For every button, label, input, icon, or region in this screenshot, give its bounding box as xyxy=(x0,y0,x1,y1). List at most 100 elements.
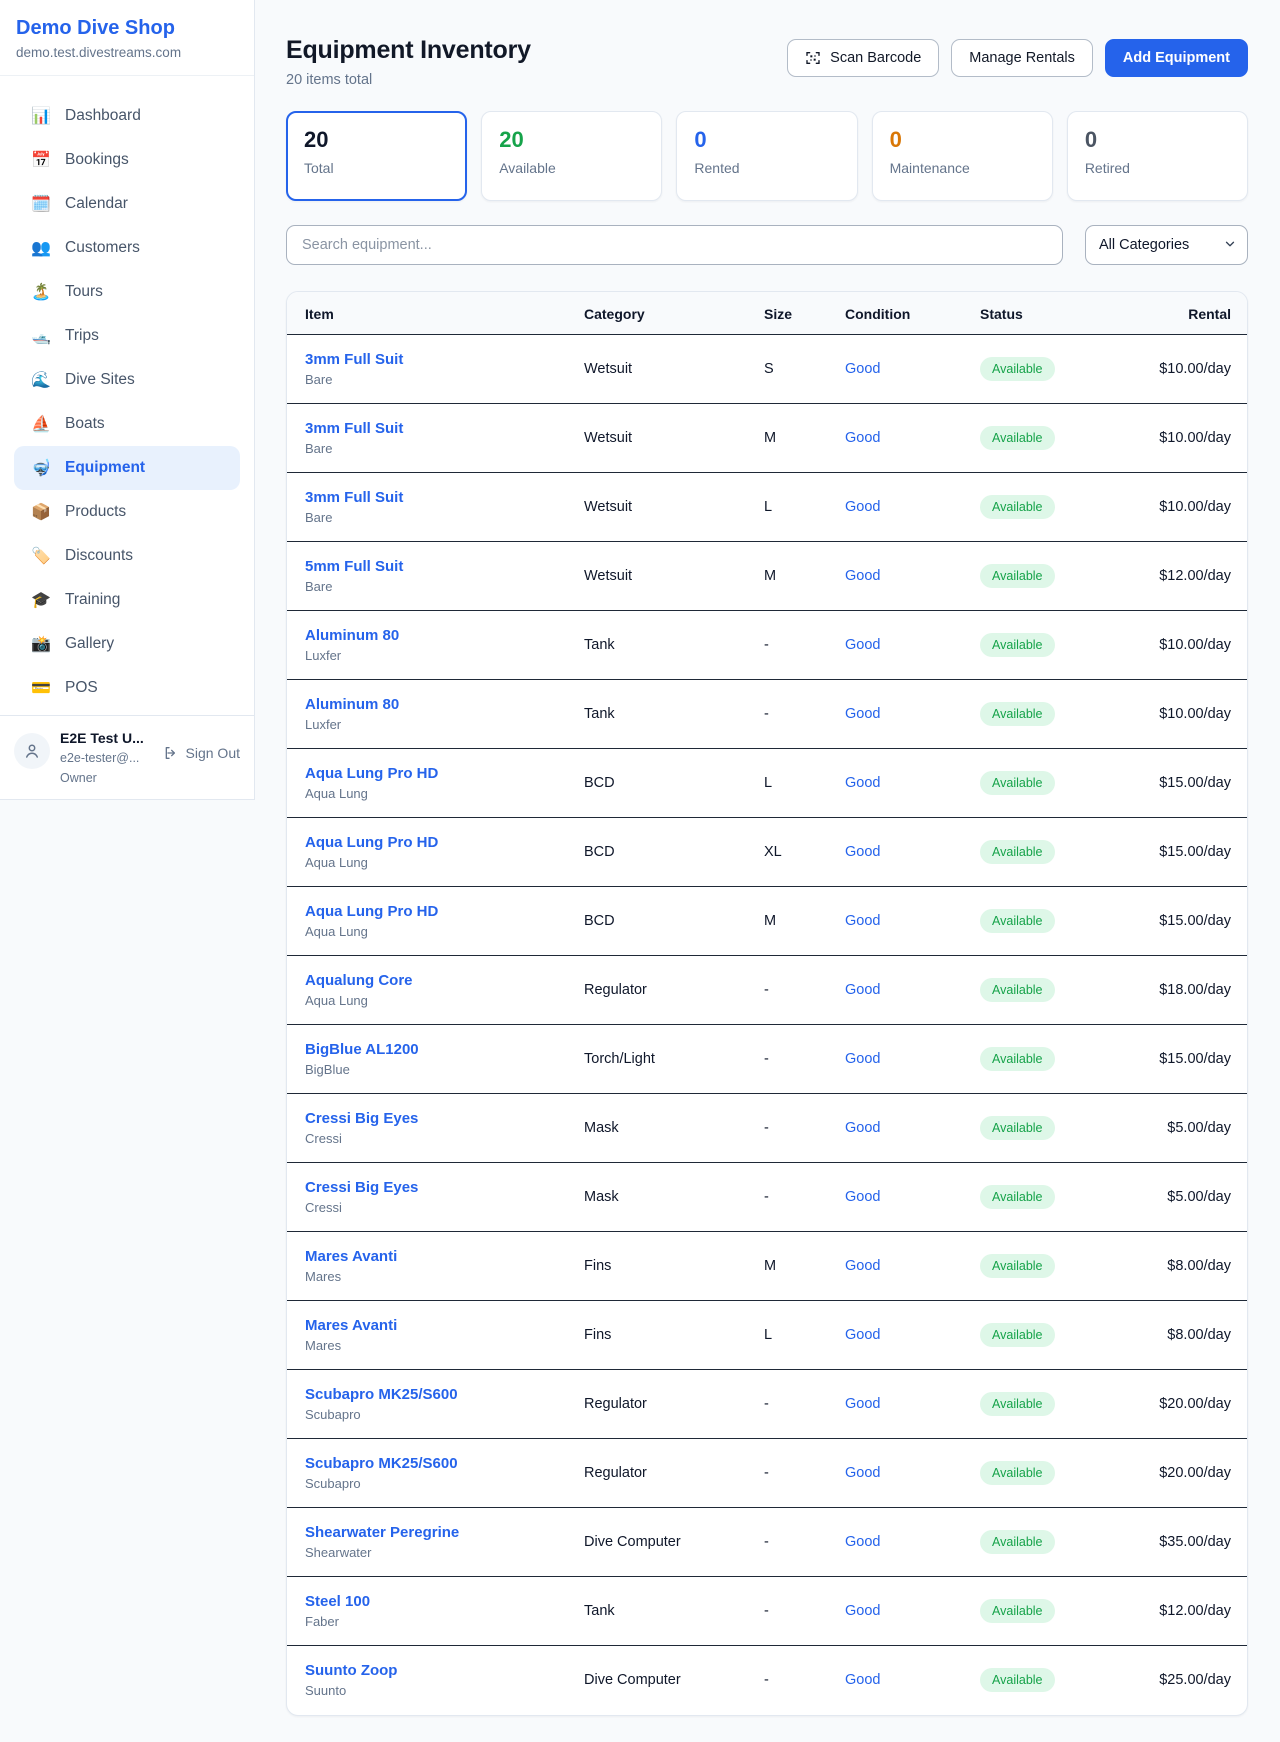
item-name-link[interactable]: Mares Avanti xyxy=(305,1317,584,1334)
condition-link[interactable]: Good xyxy=(845,361,880,377)
filter-row: All Categories xyxy=(286,225,1248,265)
sidebar-item[interactable]: 🛥️ Trips xyxy=(14,314,240,358)
status-badge: Available xyxy=(980,495,1055,519)
condition-link[interactable]: Good xyxy=(845,1327,880,1343)
item-name-link[interactable]: Suunto Zoop xyxy=(305,1662,584,1679)
sidebar-item-label: Bookings xyxy=(65,151,129,169)
condition-link[interactable]: Good xyxy=(845,913,880,929)
brand-name[interactable]: Demo Dive Shop xyxy=(16,17,238,40)
item-name-link[interactable]: Mares Avanti xyxy=(305,1248,584,1265)
category-dropdown: All Categories xyxy=(1085,225,1248,265)
condition-link[interactable]: Good xyxy=(845,982,880,998)
sidebar-item[interactable]: 📊 Dashboard xyxy=(14,94,240,138)
sidebar-item[interactable]: 🌊 Dive Sites xyxy=(14,358,240,402)
item-name-link[interactable]: Scubapro MK25/S600 xyxy=(305,1386,584,1403)
search-input[interactable] xyxy=(286,225,1063,265)
size-cell: - xyxy=(764,1508,845,1577)
stat-card[interactable]: 0 Retired xyxy=(1067,111,1248,201)
sidebar-item[interactable]: 🗓️ Calendar xyxy=(14,182,240,226)
condition-link[interactable]: Good xyxy=(845,1258,880,1274)
item-name-link[interactable]: Aluminum 80 xyxy=(305,627,584,644)
item-name-link[interactable]: 3mm Full Suit xyxy=(305,420,584,437)
item-brand: Cressi xyxy=(305,1131,584,1146)
sidebar-item[interactable]: 📦 Products xyxy=(14,490,240,534)
size-cell: - xyxy=(764,1025,845,1094)
rental-cell: $8.00/day xyxy=(1155,1301,1247,1370)
sidebar-item[interactable]: 📸 Gallery xyxy=(14,622,240,666)
item-name-link[interactable]: Aqua Lung Pro HD xyxy=(305,903,584,920)
sidebar-item-label: Customers xyxy=(65,239,140,257)
item-name-link[interactable]: Aqualung Core xyxy=(305,972,584,989)
item-name-link[interactable]: Aqua Lung Pro HD xyxy=(305,834,584,851)
sidebar-item-icon: 📊 xyxy=(30,106,52,126)
rental-cell: $25.00/day xyxy=(1155,1646,1247,1715)
sidebar-item-icon: 📸 xyxy=(30,634,52,654)
stat-card[interactable]: 20 Total xyxy=(286,111,467,201)
sidebar-item[interactable]: 🏷️ Discounts xyxy=(14,534,240,578)
item-name-link[interactable]: Aluminum 80 xyxy=(305,696,584,713)
condition-link[interactable]: Good xyxy=(845,1465,880,1481)
page-title: Equipment Inventory xyxy=(286,36,531,65)
condition-link[interactable]: Good xyxy=(845,1120,880,1136)
condition-link[interactable]: Good xyxy=(845,568,880,584)
status-cell: Available xyxy=(980,542,1155,611)
condition-link[interactable]: Good xyxy=(845,775,880,791)
condition-link[interactable]: Good xyxy=(845,430,880,446)
sidebar-item-label: Training xyxy=(65,591,120,609)
condition-link[interactable]: Good xyxy=(845,1672,880,1688)
condition-link[interactable]: Good xyxy=(845,1396,880,1412)
sidebar-item[interactable]: 🎓 Training xyxy=(14,578,240,622)
condition-link[interactable]: Good xyxy=(845,1603,880,1619)
item-name-link[interactable]: 3mm Full Suit xyxy=(305,351,584,368)
status-badge: Available xyxy=(980,1323,1055,1347)
sidebar-item[interactable]: 🏝️ Tours xyxy=(14,270,240,314)
condition-link[interactable]: Good xyxy=(845,499,880,515)
stat-card[interactable]: 0 Rented xyxy=(676,111,857,201)
category-select[interactable]: All Categories xyxy=(1085,225,1248,265)
category-cell: Tank xyxy=(584,1577,764,1646)
sidebar-item[interactable]: 💳 POS xyxy=(14,666,240,710)
item-name-link[interactable]: Cressi Big Eyes xyxy=(305,1110,584,1127)
condition-link[interactable]: Good xyxy=(845,1189,880,1205)
table-row: Mares Avanti Mares Fins L Good Available… xyxy=(287,1301,1247,1370)
manage-rentals-button[interactable]: Manage Rentals xyxy=(951,39,1093,77)
sign-out-button[interactable]: Sign Out xyxy=(163,745,240,761)
item-name-link[interactable]: Cressi Big Eyes xyxy=(305,1179,584,1196)
item-name-link[interactable]: BigBlue AL1200 xyxy=(305,1041,584,1058)
condition-link[interactable]: Good xyxy=(845,637,880,653)
sidebar-item[interactable]: 📅 Bookings xyxy=(14,138,240,182)
sidebar-item-icon: 🏷️ xyxy=(30,546,52,566)
size-cell: L xyxy=(764,1301,845,1370)
sidebar-item[interactable]: 👥 Customers xyxy=(14,226,240,270)
stat-card[interactable]: 0 Maintenance xyxy=(872,111,1053,201)
status-badge: Available xyxy=(980,633,1055,657)
item-name-link[interactable]: 5mm Full Suit xyxy=(305,558,584,575)
stat-card[interactable]: 20 Available xyxy=(481,111,662,201)
condition-link[interactable]: Good xyxy=(845,844,880,860)
size-cell: L xyxy=(764,749,845,818)
table-row: Steel 100 Faber Tank - Good Available $1… xyxy=(287,1577,1247,1646)
item-name-link[interactable]: Scubapro MK25/S600 xyxy=(305,1455,584,1472)
status-cell: Available xyxy=(980,611,1155,680)
condition-link[interactable]: Good xyxy=(845,1051,880,1067)
status-badge: Available xyxy=(980,1668,1055,1692)
sidebar-item-label: Tours xyxy=(65,283,103,301)
item-brand: Luxfer xyxy=(305,717,584,732)
status-cell: Available xyxy=(980,335,1155,404)
item-brand: Shearwater xyxy=(305,1545,584,1560)
condition-link[interactable]: Good xyxy=(845,706,880,722)
scan-barcode-button[interactable]: Scan Barcode xyxy=(787,39,939,77)
item-name-link[interactable]: Shearwater Peregrine xyxy=(305,1524,584,1541)
status-cell: Available xyxy=(980,818,1155,887)
rental-cell: $15.00/day xyxy=(1155,1025,1247,1094)
sidebar-item[interactable]: ⛵ Boats xyxy=(14,402,240,446)
condition-link[interactable]: Good xyxy=(845,1534,880,1550)
add-equipment-button[interactable]: Add Equipment xyxy=(1105,39,1248,77)
rental-cell: $18.00/day xyxy=(1155,956,1247,1025)
user-icon xyxy=(23,742,41,760)
sidebar-item[interactable]: 🤿 Equipment xyxy=(14,446,240,490)
item-name-link[interactable]: Aqua Lung Pro HD xyxy=(305,765,584,782)
item-name-link[interactable]: 3mm Full Suit xyxy=(305,489,584,506)
condition-cell: Good xyxy=(845,404,980,473)
item-name-link[interactable]: Steel 100 xyxy=(305,1593,584,1610)
